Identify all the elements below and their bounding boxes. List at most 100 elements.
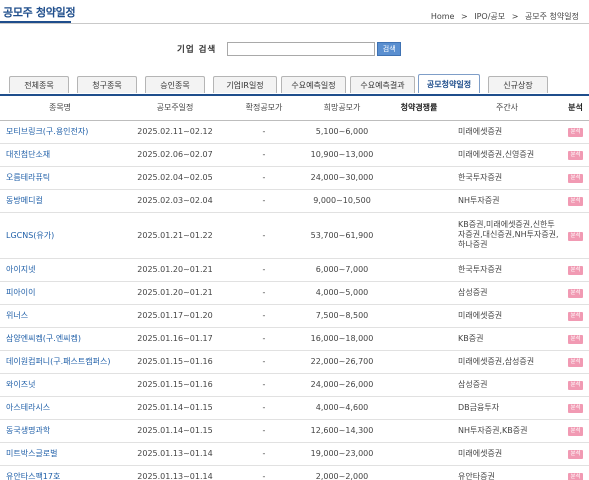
table-row: 와이즈넛 2025.01.15~01.16-24,000~26,000 삼성증권 분석 bbox=[0, 373, 589, 397]
table-row: 대진첨단소재 2025.02.06~02.07-10,900~13,000 미래에셋… bbox=[0, 143, 589, 167]
analysis-cell: 분석 bbox=[562, 120, 589, 144]
analysis-button[interactable]: 분석 bbox=[568, 128, 583, 137]
breadcrumb-ipo[interactable]: IPO/공모 bbox=[474, 12, 505, 21]
desired-price: 4,000~5,000 bbox=[298, 281, 386, 305]
table-row: 동방메디컬 2025.02.03~02.04-9,000~10,500 NH투자증권… bbox=[0, 189, 589, 213]
company-name-link[interactable]: 동방메디컬 bbox=[0, 189, 120, 213]
confirmed-price: - bbox=[230, 189, 298, 213]
analysis-cell: 분석 bbox=[562, 166, 589, 190]
company-name-link[interactable]: 동국생명과학 bbox=[0, 419, 120, 443]
competition-rate bbox=[386, 396, 452, 420]
confirmed-price: - bbox=[230, 212, 298, 259]
column-header-desired-price: 희망공모가 bbox=[298, 96, 386, 121]
column-header-competition[interactable]: 청약경쟁률 bbox=[386, 96, 452, 121]
underwriter: NH투자증권 bbox=[452, 189, 562, 213]
analysis-cell: 분석 bbox=[562, 442, 589, 466]
analysis-button[interactable]: 분석 bbox=[568, 427, 583, 436]
analysis-cell: 분석 bbox=[562, 143, 589, 167]
underwriter: 미래에셋증권,신영증권 bbox=[452, 143, 562, 167]
analysis-button[interactable]: 분석 bbox=[568, 174, 583, 183]
subscription-schedule: 2025.01.13~01.14 bbox=[120, 442, 230, 466]
analysis-cell: 분석 bbox=[562, 327, 589, 351]
competition-rate bbox=[386, 442, 452, 466]
analysis-button[interactable]: 분석 bbox=[568, 404, 583, 413]
company-name-link[interactable]: LGCNS(유가) bbox=[0, 212, 120, 259]
competition-rate bbox=[386, 189, 452, 213]
underwriter: 한국투자증권 bbox=[452, 166, 562, 190]
competition-rate bbox=[386, 327, 452, 351]
analysis-button[interactable]: 분석 bbox=[568, 312, 583, 321]
underwriter: 미래에셋증권 bbox=[452, 304, 562, 328]
company-name-link[interactable]: 위너스 bbox=[0, 304, 120, 328]
analysis-button[interactable]: 분석 bbox=[568, 289, 583, 298]
competition-rate bbox=[386, 281, 452, 305]
subscription-schedule: 2025.02.06~02.07 bbox=[120, 143, 230, 167]
desired-price: 16,000~18,000 bbox=[298, 327, 386, 351]
table-row: 위너스 2025.01.17~01.20-7,500~8,500 미래에셋증권 분석 bbox=[0, 304, 589, 328]
analysis-button[interactable]: 분석 bbox=[568, 197, 583, 206]
company-name-link[interactable]: 삼양엔씨켐(구.엔씨켐) bbox=[0, 327, 120, 351]
desired-price: 5,100~6,000 bbox=[298, 120, 386, 144]
analysis-cell: 분석 bbox=[562, 189, 589, 213]
company-name-link[interactable]: 오름테라퓨틱 bbox=[0, 166, 120, 190]
company-name-link[interactable]: 대진첨단소재 bbox=[0, 143, 120, 167]
analysis-cell: 분석 bbox=[562, 465, 589, 480]
subscription-schedule: 2025.01.20~01.21 bbox=[120, 281, 230, 305]
table-row: LGCNS(유가) 2025.01.21~01.22-53,700~61,900 K… bbox=[0, 212, 589, 259]
company-name-link[interactable]: 피아이이 bbox=[0, 281, 120, 305]
company-name-link[interactable]: 유안타스팩17호 bbox=[0, 465, 120, 480]
desired-price: 9,000~10,500 bbox=[298, 189, 386, 213]
analysis-button[interactable]: 분석 bbox=[568, 231, 583, 241]
column-header-analysis: 분석 bbox=[562, 96, 589, 121]
subscription-schedule: 2025.01.14~01.15 bbox=[120, 396, 230, 420]
analysis-button[interactable]: 분석 bbox=[568, 473, 583, 480]
search-button[interactable]: 검색 bbox=[377, 42, 402, 56]
table-row: 오름테라퓨틱 2025.02.04~02.05-24,000~30,000 한국투자… bbox=[0, 166, 589, 190]
tab-ir-schedule[interactable]: 기업IR일정 bbox=[213, 76, 277, 93]
confirmed-price: - bbox=[230, 442, 298, 466]
analysis-button[interactable]: 분석 bbox=[568, 358, 583, 367]
tab-subscription-schedule[interactable]: 공모청약일정 bbox=[418, 74, 480, 93]
underwriter: 미래에셋증권 bbox=[452, 442, 562, 466]
company-name-link[interactable]: 아스테라시스 bbox=[0, 396, 120, 420]
breadcrumb-home[interactable]: Home bbox=[431, 12, 455, 21]
analysis-button[interactable]: 분석 bbox=[568, 266, 583, 275]
breadcrumb-separator: > bbox=[511, 12, 519, 21]
analysis-button[interactable]: 분석 bbox=[568, 335, 583, 344]
analysis-button[interactable]: 분석 bbox=[568, 381, 583, 390]
table-row: 모티브링크(구.용인전자) 2025.02.11~02.12-5,100~6,00… bbox=[0, 120, 589, 144]
subscription-schedule: 2025.01.13~01.14 bbox=[120, 465, 230, 480]
underwriter: 한국투자증권 bbox=[452, 258, 562, 282]
tab-demand-forecast-schedule[interactable]: 수요예측일정 bbox=[281, 76, 346, 93]
confirmed-price: - bbox=[230, 143, 298, 167]
subscription-schedule: 2025.02.11~02.12 bbox=[120, 120, 230, 144]
tab-demand-forecast-result[interactable]: 수요예측결과 bbox=[350, 76, 415, 93]
table-row: 유안타스팩17호 2025.01.13~01.14-2,000~2,000 유안타증… bbox=[0, 465, 589, 480]
underwriter: DB금융투자 bbox=[452, 396, 562, 420]
analysis-button[interactable]: 분석 bbox=[568, 450, 583, 459]
tab-approved[interactable]: 승인종목 bbox=[145, 76, 205, 93]
desired-price: 19,000~23,000 bbox=[298, 442, 386, 466]
search-input[interactable] bbox=[227, 42, 376, 56]
underwriter: KB증권 bbox=[452, 327, 562, 351]
tab-bar: 전체종목 청구종목 승인종목 기업IR일정 수요예측일정 수요예측결과 공모청약… bbox=[0, 74, 589, 94]
table-body: 모티브링크(구.용인전자) 2025.02.11~02.12-5,100~6,00… bbox=[0, 120, 589, 480]
tab-all[interactable]: 전체종목 bbox=[9, 76, 69, 93]
tab-new-listing[interactable]: 신규상장 bbox=[488, 76, 548, 93]
company-name-link[interactable]: 모티브링크(구.용인전자) bbox=[0, 120, 120, 144]
header-divider bbox=[0, 23, 589, 24]
tab-filed[interactable]: 청구종목 bbox=[77, 76, 137, 93]
desired-price: 22,000~26,700 bbox=[298, 350, 386, 374]
company-name-link[interactable]: 데이원컴퍼니(구.패스트캠퍼스) bbox=[0, 350, 120, 374]
analysis-button[interactable]: 분석 bbox=[568, 151, 583, 160]
column-header-confirmed-price: 확정공모가 bbox=[230, 96, 298, 121]
table-row: 데이원컴퍼니(구.패스트캠퍼스) 2025.01.15~01.16-22,000~… bbox=[0, 350, 589, 374]
competition-rate bbox=[386, 258, 452, 282]
company-name-link[interactable]: 아이지넷 bbox=[0, 258, 120, 282]
competition-rate bbox=[386, 304, 452, 328]
confirmed-price: - bbox=[230, 120, 298, 144]
company-name-link[interactable]: 와이즈넛 bbox=[0, 373, 120, 397]
confirmed-price: - bbox=[230, 373, 298, 397]
column-header-schedule: 공모주일정 bbox=[120, 96, 230, 121]
company-name-link[interactable]: 미트박스글로벌 bbox=[0, 442, 120, 466]
